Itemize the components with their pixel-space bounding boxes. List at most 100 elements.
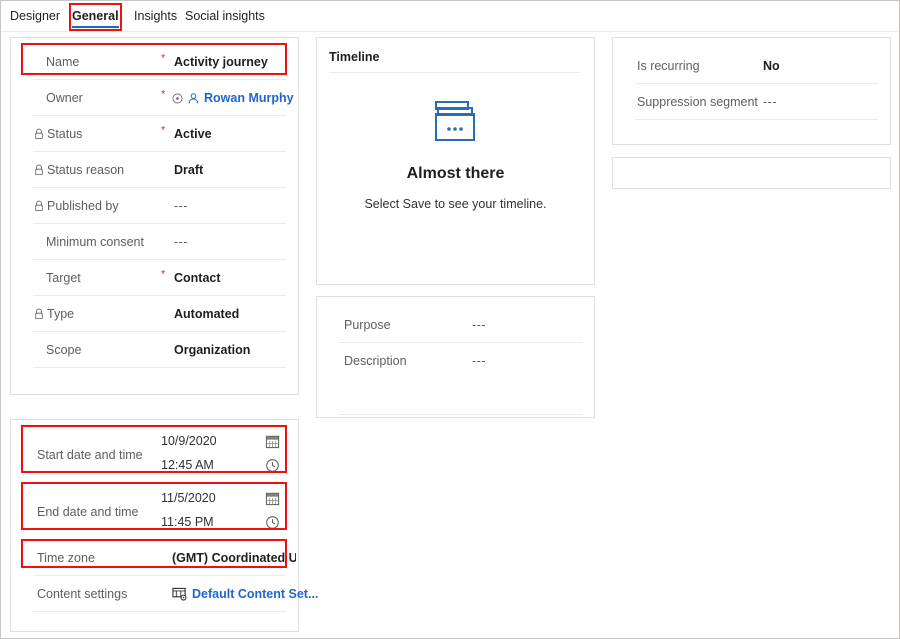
field-label-scope: Scope bbox=[46, 343, 82, 357]
person-icon bbox=[188, 92, 199, 103]
field-value-owner[interactable]: Rowan Murphy bbox=[204, 91, 294, 105]
tab-designer-label: Designer bbox=[10, 9, 61, 23]
row-divider bbox=[33, 611, 286, 612]
field-label-published-by-text: Published by bbox=[47, 199, 119, 213]
timeline-empty-subtitle: Select Save to see your timeline. bbox=[364, 197, 547, 211]
field-value-time-zone[interactable]: (GMT) Coordinated Universal Time bbox=[172, 551, 296, 565]
tab-bar: Designer General Insights Social insight… bbox=[1, 1, 899, 32]
lock-icon bbox=[35, 128, 43, 140]
lock-icon bbox=[35, 164, 43, 176]
lock-icon bbox=[35, 200, 43, 212]
tab-insights[interactable]: Insights bbox=[134, 1, 177, 31]
required-marker: * bbox=[161, 52, 166, 65]
field-row-published-by: Published by --- bbox=[11, 188, 298, 224]
field-row-purpose[interactable]: Purpose --- bbox=[317, 307, 594, 343]
field-value-target: Contact bbox=[174, 271, 221, 285]
field-label-description: Description bbox=[344, 354, 407, 368]
timeline-empty-state: Almost there Select Save to see your tim… bbox=[317, 96, 594, 211]
required-marker: * bbox=[161, 124, 166, 137]
field-row-minimum-consent[interactable]: Minimum consent --- bbox=[11, 224, 298, 260]
field-row-target[interactable]: Target * Contact bbox=[11, 260, 298, 296]
clock-icon[interactable] bbox=[265, 515, 280, 530]
field-label-status: Status bbox=[33, 127, 82, 141]
row-divider bbox=[33, 367, 286, 368]
timeline-header-rule bbox=[329, 72, 580, 73]
field-label-name: Name bbox=[46, 55, 80, 69]
tab-insights-label: Insights bbox=[134, 9, 178, 23]
tab-general[interactable]: General bbox=[72, 1, 119, 31]
field-value-scope: Organization bbox=[174, 343, 251, 357]
field-label-purpose: Purpose bbox=[344, 318, 391, 332]
recurrence-card-filler bbox=[613, 120, 890, 140]
field-value-start-date[interactable]: 10/9/2020 bbox=[161, 434, 217, 448]
field-label-status-reason-text: Status reason bbox=[47, 163, 125, 177]
required-marker: * bbox=[161, 88, 166, 101]
field-label-target: Target bbox=[46, 271, 81, 285]
field-row-owner[interactable]: Owner * Rowan Murphy bbox=[11, 80, 298, 116]
field-label-start-date-time: Start date and time bbox=[37, 447, 143, 462]
lock-icon bbox=[35, 308, 43, 320]
field-value-type: Automated bbox=[174, 307, 240, 321]
field-label-suppression-segment: Suppression segment bbox=[637, 95, 758, 109]
field-value-published-by: --- bbox=[174, 199, 188, 213]
field-value-suppression-segment: --- bbox=[763, 95, 777, 109]
field-row-status: Status * Active bbox=[11, 116, 298, 152]
journey-general-form: Designer General Insights Social insight… bbox=[0, 0, 900, 639]
timeline-card: Timeline Almost there Select Save to see… bbox=[316, 37, 595, 285]
purpose-description-card: Purpose --- Description --- bbox=[316, 296, 595, 418]
info-circle-icon bbox=[172, 93, 183, 103]
required-marker: * bbox=[161, 268, 166, 281]
row-divider bbox=[339, 414, 582, 415]
tab-social-insights-label: Social insights bbox=[185, 9, 265, 23]
field-value-start-time[interactable]: 12:45 AM bbox=[161, 458, 214, 472]
field-label-end-date-time: End date and time bbox=[37, 504, 139, 519]
tab-designer[interactable]: Designer bbox=[10, 1, 60, 31]
calendar-icon[interactable] bbox=[265, 491, 280, 506]
journey-schedule-card: Start date and time 10/9/2020 12:45 AM E… bbox=[10, 419, 318, 632]
field-label-content-settings: Content settings bbox=[37, 587, 128, 601]
field-row-type: Type Automated bbox=[11, 296, 298, 332]
field-row-name[interactable]: Name * Activity journey bbox=[11, 44, 298, 80]
tab-general-label: General bbox=[72, 9, 119, 23]
tab-social-insights[interactable]: Social insights bbox=[185, 1, 265, 31]
timeline-empty-title: Almost there bbox=[406, 165, 505, 182]
purpose-card-filler bbox=[317, 379, 594, 415]
field-row-status-reason: Status reason Draft bbox=[11, 152, 298, 188]
field-value-is-recurring: No bbox=[763, 59, 780, 73]
field-value-purpose: --- bbox=[472, 318, 486, 332]
field-value-minimum-consent: --- bbox=[174, 235, 188, 249]
field-label-time-zone: Time zone bbox=[37, 551, 95, 565]
field-value-name: Activity journey bbox=[174, 55, 268, 69]
field-row-start-date-time[interactable]: Start date and time 10/9/2020 12:45 AM bbox=[11, 426, 298, 483]
field-label-type-text: Type bbox=[47, 307, 75, 321]
field-label-published-by: Published by bbox=[33, 199, 119, 213]
field-value-description: --- bbox=[472, 354, 486, 368]
field-value-status-reason: Draft bbox=[174, 163, 204, 177]
journey-attributes-card: Name * Activity journey Owner * Rowan Mu… bbox=[10, 37, 299, 395]
field-row-end-date-time[interactable]: End date and time 11/5/2020 11:45 PM bbox=[11, 483, 298, 540]
field-label-type: Type bbox=[33, 307, 74, 321]
recurrence-card: Is recurring No Suppression segment --- bbox=[612, 37, 891, 145]
field-label-minimum-consent: Minimum consent bbox=[46, 235, 144, 249]
clock-icon[interactable] bbox=[265, 458, 280, 473]
empty-placeholder-card bbox=[612, 157, 891, 189]
folder-empty-state-icon bbox=[434, 101, 475, 141]
field-row-time-zone[interactable]: Time zone (GMT) Coordinated Universal Ti… bbox=[11, 540, 298, 576]
field-value-end-time[interactable]: 11:45 PM bbox=[161, 515, 214, 529]
field-row-suppression-segment[interactable]: Suppression segment --- bbox=[613, 84, 890, 120]
calendar-icon[interactable] bbox=[265, 434, 280, 449]
field-label-status-text: Status bbox=[47, 127, 83, 141]
field-row-scope[interactable]: Scope Organization bbox=[11, 332, 298, 368]
timeline-card-header: Timeline bbox=[329, 50, 380, 64]
field-label-is-recurring: Is recurring bbox=[637, 59, 700, 73]
field-label-status-reason: Status reason bbox=[33, 163, 124, 177]
tab-active-underline bbox=[72, 25, 119, 28]
field-row-content-settings[interactable]: Content settings Default Content Set... bbox=[11, 576, 318, 612]
content-settings-icon bbox=[172, 587, 187, 601]
field-label-owner: Owner bbox=[46, 91, 83, 105]
field-row-description[interactable]: Description --- bbox=[317, 343, 594, 379]
field-value-end-date[interactable]: 11/5/2020 bbox=[161, 491, 216, 505]
field-row-is-recurring[interactable]: Is recurring No bbox=[613, 48, 890, 84]
field-value-status: Active bbox=[174, 127, 212, 141]
field-value-content-settings[interactable]: Default Content Set... bbox=[192, 587, 318, 601]
